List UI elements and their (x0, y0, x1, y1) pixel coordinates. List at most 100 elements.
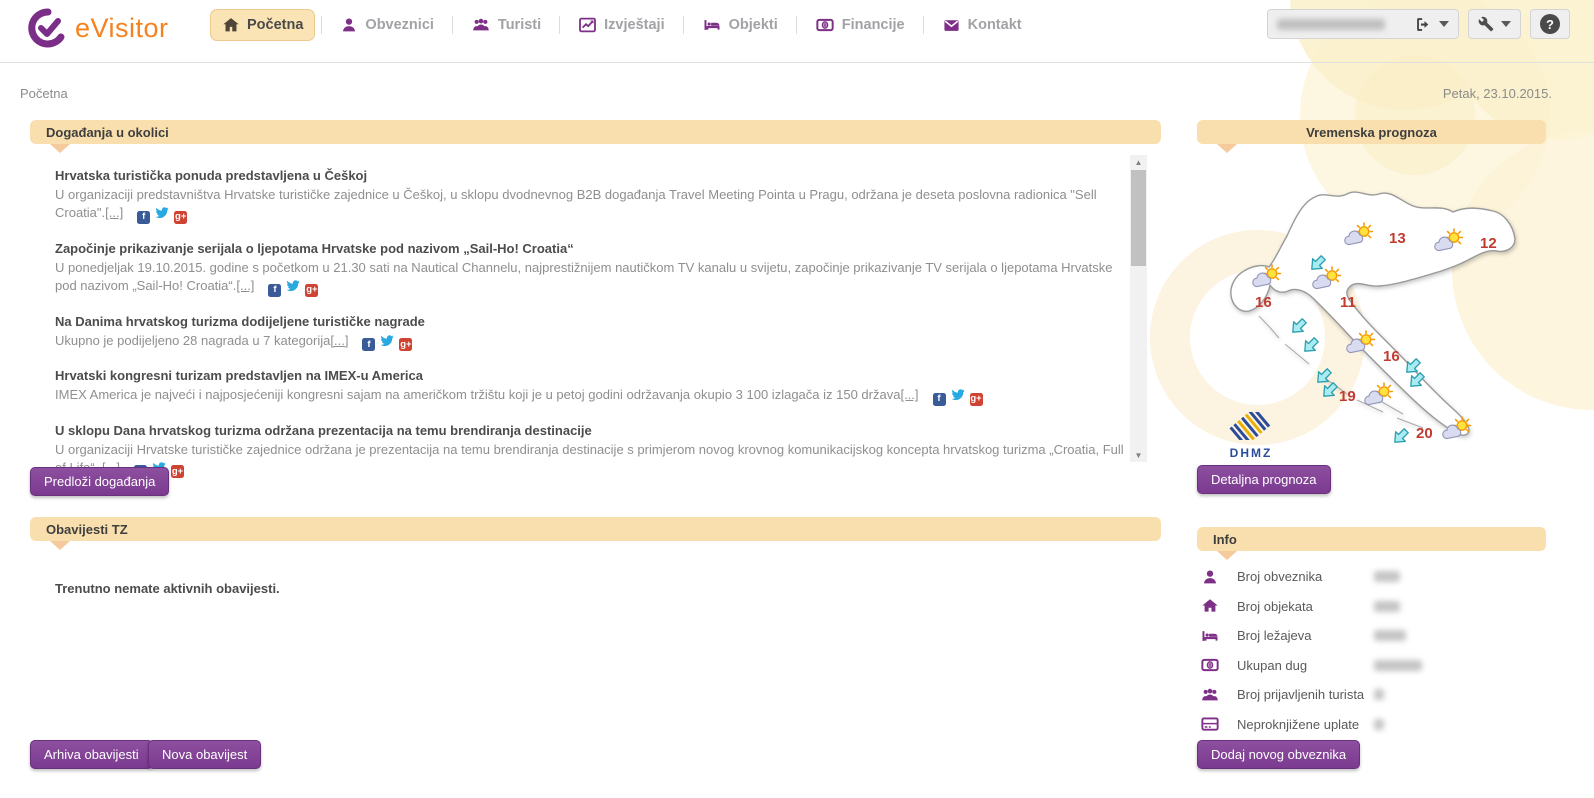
temperature-label: 13 (1389, 230, 1406, 247)
user-menu-dropdown[interactable] (1267, 9, 1459, 39)
notices-empty-message: Trenutno nemate aktivnih obavijesti. (55, 581, 280, 596)
news-item: Hrvatski kongresni turizam predstavljen … (55, 368, 1125, 406)
chevron-down-icon (1501, 21, 1511, 27)
nav-item-label: Izvještaji (604, 17, 664, 33)
info-panel-header: Info (1197, 527, 1546, 551)
nav-item-label: Objekti (729, 17, 778, 33)
news-item: Na Danima hrvatskog turizma dodijeljene … (55, 314, 1125, 352)
scrollbar-down-arrow[interactable]: ▼ (1130, 448, 1147, 462)
facebook-icon[interactable]: f (933, 388, 946, 406)
notices-panel-title: Obavijesti TZ (46, 522, 128, 537)
news-item-more-link[interactable]: [...] (105, 205, 123, 220)
twitter-icon[interactable] (155, 206, 169, 224)
facebook-icon[interactable]: f (137, 206, 150, 224)
share-icons: f g+ (137, 206, 187, 224)
news-item-text: Ukupno je podijeljeno 28 nagrada u 7 kat… (55, 333, 330, 348)
wind-arrow-icon (1301, 336, 1320, 355)
nav-item-financije[interactable]: Financije (803, 9, 917, 41)
detailed-forecast-button[interactable]: Detaljna prognoza (1197, 465, 1331, 494)
news-item-title: Hrvatska turistička ponuda predstavljena… (55, 168, 1125, 183)
share-icons: f g+ (362, 334, 412, 352)
dhmz-logo: DHMZ (1223, 412, 1279, 460)
sun-cloud-icon (1343, 222, 1375, 246)
news-item-more-link[interactable]: [...] (330, 333, 348, 348)
info-row: Broj ležajeva (1197, 621, 1546, 651)
notices-archive-button[interactable]: Arhiva obavijesti (30, 740, 153, 769)
nav-item-objekti[interactable]: Objekti (690, 9, 790, 41)
news-item-title: Na Danima hrvatskog turizma dodijeljene … (55, 314, 1125, 329)
nav-item-izvje-taji[interactable]: Izvještaji (566, 9, 676, 41)
dhmz-logo-icon (1227, 412, 1275, 440)
dhmz-label: DHMZ (1223, 446, 1279, 460)
info-row-value-redacted (1374, 689, 1384, 700)
suggest-events-button[interactable]: Predloži događanja (30, 467, 169, 496)
news-item-body: U ponedjeljak 19.10.2015. godine s počet… (55, 259, 1125, 298)
app-logo[interactable]: eVisitor (28, 8, 169, 48)
wind-arrow-icon (1308, 254, 1327, 273)
banknote-icon (815, 16, 835, 34)
wind-arrow-icon (1289, 317, 1308, 336)
nav-item-kontakt[interactable]: Kontakt (930, 10, 1034, 41)
scrollbar-up-arrow[interactable]: ▲ (1130, 155, 1147, 169)
help-button[interactable]: ? (1530, 9, 1570, 39)
nav-item-label: Obveznici (365, 17, 434, 33)
info-row: Neproknjižene uplate (1197, 710, 1546, 740)
evisitor-homepage: { "brand": { "name": "eVisitor" }, "nav"… (0, 0, 1594, 798)
person-icon (1197, 568, 1223, 586)
nav-separator (452, 16, 453, 34)
twitter-icon[interactable] (286, 279, 300, 297)
question-icon: ? (1540, 14, 1560, 34)
wrench-icon (1478, 16, 1494, 32)
temperature-label: 20 (1416, 425, 1433, 442)
nav-item-turisti[interactable]: Turisti (459, 9, 553, 41)
person-icon (340, 16, 358, 34)
info-row-label: Broj ležajeva (1237, 628, 1370, 643)
gplus-icon[interactable]: g+ (970, 388, 983, 406)
wind-arrow-icon (1320, 381, 1339, 400)
info-row: Broj obveznika (1197, 562, 1546, 592)
news-item-body: Ukupno je podijeljeno 28 nagrada u 7 kat… (55, 332, 1125, 352)
gplus-icon[interactable]: g+ (399, 334, 412, 352)
house-icon (1197, 597, 1223, 615)
nav-item-obveznici[interactable]: Obveznici (328, 9, 446, 41)
chart-icon (578, 16, 597, 34)
gplus-icon[interactable]: g+ (305, 279, 318, 297)
info-row: Broj prijavljenih turista (1197, 680, 1546, 710)
news-item: Hrvatska turistička ponuda predstavljena… (55, 168, 1125, 225)
wind-arrow-icon (1407, 371, 1426, 390)
temperature-label: 16 (1383, 348, 1400, 365)
settings-menu-button[interactable] (1468, 9, 1521, 39)
add-new-obligor-button[interactable]: Dodaj novog obveznika (1197, 740, 1360, 769)
info-row-label: Broj objekata (1237, 599, 1370, 614)
info-row-value-redacted (1374, 630, 1406, 641)
news-scrollbar[interactable]: ▲ ▼ (1130, 155, 1147, 462)
news-item-title: Hrvatski kongresni turizam predstavljen … (55, 368, 1125, 383)
share-icons: f g+ (268, 279, 318, 297)
nav-item-po-etna[interactable]: Početna (210, 9, 315, 41)
news-item: U sklopu Dana hrvatskog turizma održana … (55, 423, 1125, 480)
sun-cloud-icon (1363, 382, 1395, 406)
info-row-value-redacted (1374, 571, 1400, 582)
news-item-more-link[interactable]: [...] (900, 387, 918, 402)
gplus-icon[interactable]: g+ (174, 206, 187, 224)
logo-text: eVisitor (75, 13, 169, 44)
logout-icon (1415, 16, 1432, 33)
facebook-icon[interactable]: f (268, 279, 281, 297)
info-panel-title: Info (1213, 532, 1237, 547)
sun-cloud-icon (1345, 330, 1377, 354)
twitter-icon[interactable] (951, 388, 965, 406)
twitter-icon[interactable] (380, 334, 394, 352)
scrollbar-thumb[interactable] (1131, 170, 1146, 266)
card-icon (1197, 715, 1223, 733)
sun-cloud-icon (1251, 264, 1283, 288)
news-item-text: IMEX America je najveći i najposjećeniji… (55, 387, 900, 402)
gplus-icon[interactable]: g+ (171, 461, 184, 479)
nav-item-label: Početna (247, 17, 303, 33)
news-item-body: U organizaciji Hrvatske turističke zajed… (55, 441, 1125, 480)
info-rows: Broj obveznika Broj objekata Broj ležajeva… (1197, 562, 1546, 739)
news-item-more-link[interactable]: [...] (236, 278, 254, 293)
facebook-icon[interactable]: f (362, 334, 375, 352)
news-item-body: IMEX America je najveći i najposjećeniji… (55, 386, 1125, 406)
info-row: Ukupan dug (1197, 651, 1546, 681)
new-notice-button[interactable]: Nova obavijest (148, 740, 261, 769)
